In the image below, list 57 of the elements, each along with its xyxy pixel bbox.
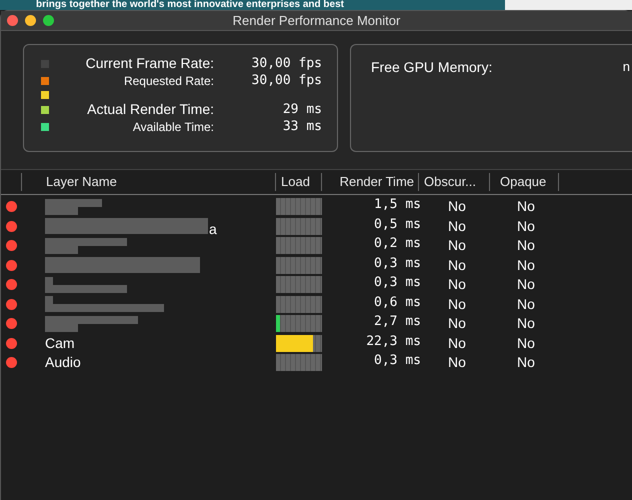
render-time: 1,5 ms bbox=[373, 197, 421, 212]
obscured-value: No bbox=[448, 334, 467, 353]
obscured-value: No bbox=[448, 314, 467, 334]
render-time: 0,3 ms bbox=[373, 353, 421, 368]
minimize-button[interactable] bbox=[25, 15, 36, 26]
load-meter bbox=[276, 354, 322, 372]
render-time: 0,5 ms bbox=[373, 216, 421, 232]
opaque-value: No bbox=[517, 314, 536, 334]
obscured-value: No bbox=[448, 275, 467, 294]
opaque-value: No bbox=[517, 197, 536, 216]
render-time: 0,2 ms bbox=[373, 236, 421, 251]
render-time: 0,3 ms bbox=[373, 256, 421, 270]
load-meter bbox=[276, 237, 322, 254]
obscured-value: No bbox=[448, 236, 467, 256]
layer-name: Cam bbox=[45, 334, 75, 353]
stat-value: 30,00 fps bbox=[250, 54, 322, 73]
stat-label: Current Frame Rate: bbox=[84, 54, 214, 73]
render-time: 0,6 ms bbox=[373, 294, 421, 310]
background-window-text: brings together the world's most innovative enterprises and best bbox=[35, 0, 345, 10]
render-time: 2,7 ms bbox=[373, 314, 421, 329]
column-header[interactable]: Opaque bbox=[490, 172, 558, 192]
gpu-memory-label: Free GPU Memory: bbox=[371, 58, 492, 77]
stat-label: Available Time: bbox=[132, 118, 214, 136]
render-time: 0,3 ms bbox=[373, 275, 421, 290]
stat-value: 33 ms bbox=[282, 118, 322, 136]
load-meter bbox=[276, 296, 322, 313]
stat-value: 29 ms bbox=[282, 100, 322, 119]
obscured-value: No bbox=[448, 197, 467, 216]
stat-label: Requested Rate: bbox=[122, 72, 214, 90]
load-meter bbox=[276, 256, 322, 274]
opaque-value: No bbox=[517, 256, 536, 275]
opaque-value: No bbox=[517, 236, 536, 256]
load-meter bbox=[276, 218, 322, 235]
opaque-value: No bbox=[517, 294, 536, 314]
render-time: 22,3 ms bbox=[365, 334, 421, 348]
obscured-value: No bbox=[448, 353, 467, 372]
load-meter bbox=[276, 276, 322, 294]
layer-name: a bbox=[208, 222, 217, 236]
obscured-value: No bbox=[448, 256, 467, 275]
layer-name: Audio bbox=[45, 353, 81, 372]
load-meter bbox=[276, 198, 322, 216]
opaque-value: No bbox=[517, 334, 536, 353]
opaque-value: No bbox=[517, 216, 536, 236]
column-header[interactable]: Layer Name bbox=[22, 172, 275, 192]
obscured-value: No bbox=[448, 216, 467, 236]
zoom-button[interactable] bbox=[43, 15, 54, 26]
gpu-memory-value: n bbox=[622, 58, 631, 76]
obscured-value: No bbox=[448, 294, 467, 314]
opaque-value: No bbox=[517, 353, 536, 372]
stat-label: Actual Render Time: bbox=[86, 100, 214, 119]
opaque-value: No bbox=[517, 275, 536, 294]
column-header[interactable]: Load bbox=[276, 172, 321, 192]
column-header[interactable]: Obscur... bbox=[419, 172, 489, 192]
column-header[interactable]: Render Time bbox=[322, 172, 418, 192]
stat-value: 30,00 fps bbox=[250, 72, 322, 90]
close-button[interactable] bbox=[7, 15, 18, 26]
window-title: Render Performance Monitor bbox=[232, 12, 400, 30]
